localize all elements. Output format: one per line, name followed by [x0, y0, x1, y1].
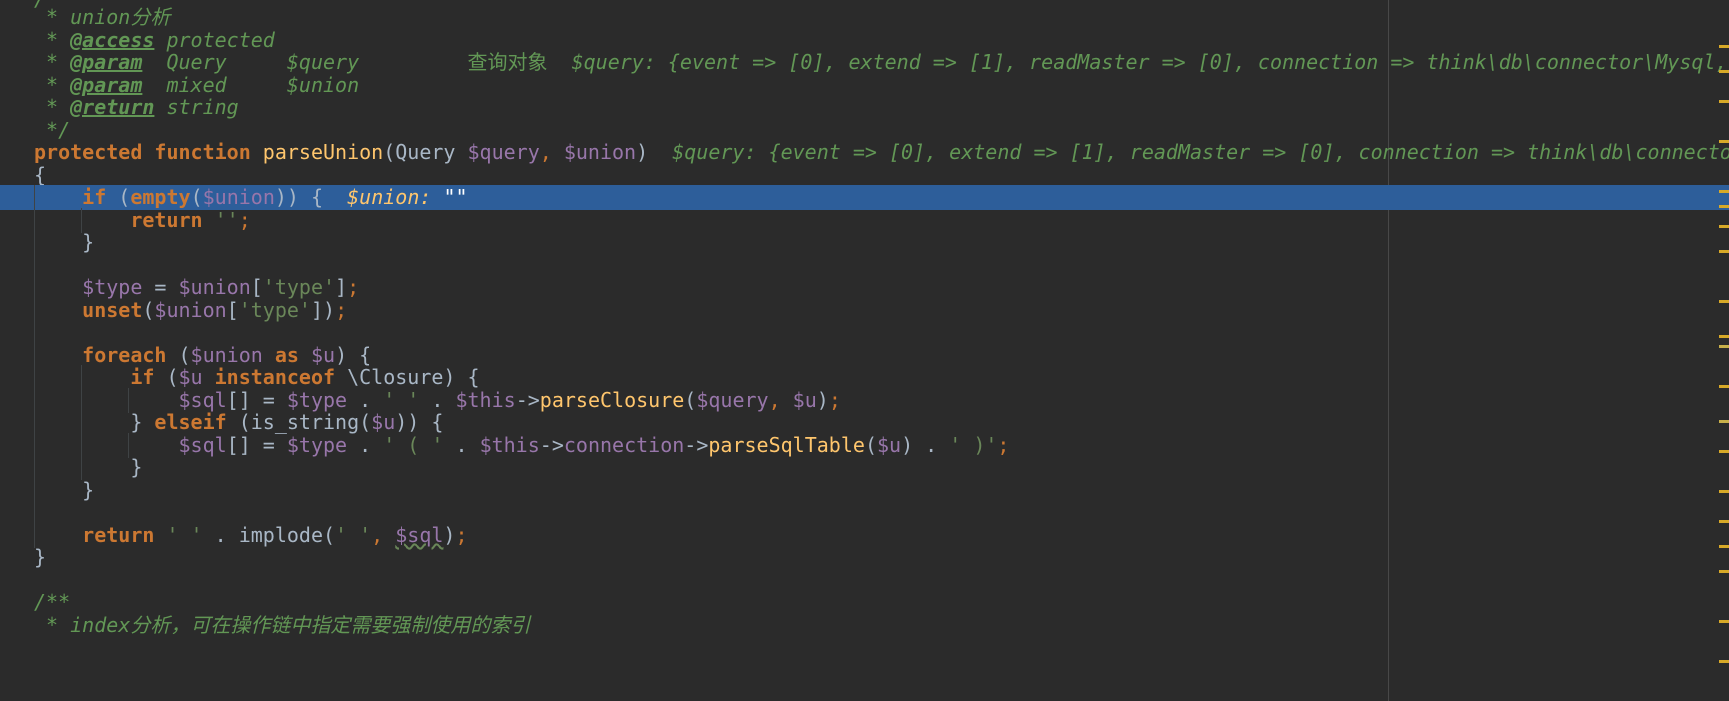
- code-line[interactable]: protected function parseUnion(Query $que…: [0, 140, 1729, 165]
- warning-marker[interactable]: [1719, 140, 1729, 143]
- code-line[interactable]: * union分析: [0, 5, 1729, 30]
- warning-marker[interactable]: [1719, 250, 1729, 253]
- elseif-statement: } elseif (is_string($u)) {: [34, 410, 444, 434]
- warning-marker[interactable]: [1719, 205, 1729, 208]
- indent-guide: [34, 320, 35, 345]
- warning-marker[interactable]: [1719, 335, 1729, 338]
- warning-marker[interactable]: [1719, 190, 1729, 193]
- comment-open: /**: [34, 590, 71, 614]
- warning-marker[interactable]: [1719, 570, 1729, 573]
- brace-close: }: [34, 545, 47, 569]
- function-signature: protected function parseUnion(Query $que…: [34, 140, 1729, 164]
- code-editor[interactable]: /** * union分析 * @access protected * @par…: [0, 0, 1729, 701]
- code-line[interactable]: [0, 320, 1729, 345]
- code-line[interactable]: $type = $union['type'];: [0, 275, 1729, 300]
- code-line[interactable]: /**: [0, 590, 1729, 615]
- doc-return-tag: * @return string: [34, 95, 239, 119]
- brace-close: }: [34, 230, 95, 254]
- code-line[interactable]: if ($u instanceof \Closure) {: [0, 365, 1729, 390]
- code-line[interactable]: [0, 500, 1729, 525]
- code-line[interactable]: }: [0, 545, 1729, 570]
- doc-comment-line: * index分析，可在操作链中指定需要强制使用的索引: [34, 613, 531, 637]
- warning-marker[interactable]: [1719, 450, 1729, 453]
- code-line[interactable]: }: [0, 455, 1729, 480]
- warning-marker[interactable]: [1719, 620, 1729, 623]
- warning-marker[interactable]: [1719, 300, 1729, 303]
- warning-marker[interactable]: [1719, 45, 1729, 48]
- warning-marker[interactable]: [1719, 70, 1729, 73]
- doc-comment-line: * union分析: [34, 5, 171, 29]
- code-line[interactable]: } elseif (is_string($u)) {: [0, 410, 1729, 435]
- warning-marker[interactable]: [1719, 385, 1729, 388]
- warning-marker[interactable]: [1719, 520, 1729, 523]
- warning-marker[interactable]: [1719, 420, 1729, 423]
- if-instanceof-statement: if ($u instanceof \Closure) {: [34, 365, 480, 389]
- error-stripe-gutter[interactable]: [1717, 0, 1729, 701]
- warning-marker[interactable]: [1719, 100, 1729, 103]
- brace-close: }: [34, 455, 143, 479]
- warning-marker[interactable]: [1719, 660, 1729, 663]
- current-breakpoint-line[interactable]: if (empty($union)) { $union: "": [0, 185, 1729, 210]
- code-line[interactable]: * @return string: [0, 95, 1729, 120]
- warning-marker[interactable]: [1719, 545, 1729, 548]
- warning-marker[interactable]: [1719, 345, 1729, 348]
- warning-marker[interactable]: [1719, 490, 1729, 493]
- code-line[interactable]: * @param Query $query 查询对象 $query: {even…: [0, 50, 1729, 75]
- type-assignment: $type = $union['type'];: [34, 275, 360, 299]
- indent-guide: [34, 500, 35, 525]
- warning-marker[interactable]: [1719, 225, 1729, 228]
- doc-param-query: * @param Query $query 查询对象 $query: {even…: [34, 50, 1729, 74]
- code-line[interactable]: }: [0, 230, 1729, 255]
- code-line[interactable]: * index分析，可在操作链中指定需要强制使用的索引: [0, 613, 1729, 638]
- if-empty-statement: if (empty($union)) { $union: "": [34, 185, 468, 209]
